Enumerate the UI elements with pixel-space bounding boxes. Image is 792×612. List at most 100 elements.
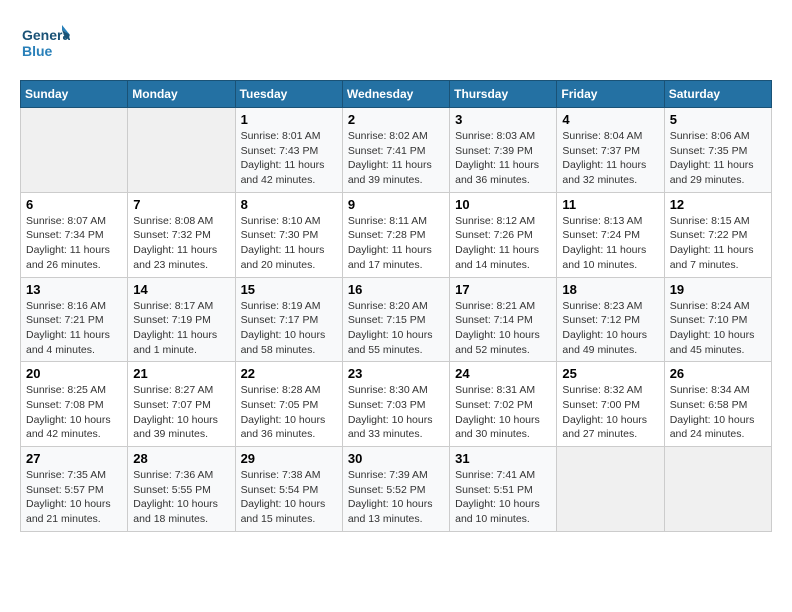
day-info: Sunrise: 8:32 AMSunset: 7:00 PMDaylight:… — [562, 384, 647, 440]
day-number: 12 — [670, 197, 766, 212]
day-info: Sunrise: 8:03 AMSunset: 7:39 PMDaylight:… — [455, 130, 539, 186]
day-info: Sunrise: 8:10 AMSunset: 7:30 PMDaylight:… — [241, 215, 325, 271]
week-row-1: 1 Sunrise: 8:01 AMSunset: 7:43 PMDaylight… — [21, 108, 772, 193]
calendar-cell: 24Sunrise: 8:31 AMSunset: 7:02 PMDayligh… — [450, 362, 557, 447]
day-info: Sunrise: 8:21 AMSunset: 7:14 PMDaylight:… — [455, 300, 540, 356]
day-info: Sunrise: 8:24 AMSunset: 7:10 PMDaylight:… — [670, 300, 755, 356]
day-number: 23 — [348, 366, 444, 381]
day-info: Sunrise: 8:31 AMSunset: 7:02 PMDaylight:… — [455, 384, 540, 440]
day-info: Sunrise: 7:38 AMSunset: 5:54 PMDaylight:… — [241, 469, 326, 525]
day-number: 29 — [241, 451, 337, 466]
column-header-sunday: Sunday — [21, 81, 128, 108]
calendar-cell: 18 Sunrise: 8:23 AMSunset: 7:12 PMDayligh… — [557, 277, 664, 362]
day-info: Sunrise: 8:11 AMSunset: 7:28 PMDaylight:… — [348, 215, 432, 271]
day-info: Sunrise: 8:28 AMSunset: 7:05 PMDaylight:… — [241, 384, 326, 440]
day-number: 30 — [348, 451, 444, 466]
day-info: Sunrise: 8:19 AMSunset: 7:17 PMDaylight:… — [241, 300, 326, 356]
calendar-cell: 23 Sunrise: 8:30 AMSunset: 7:03 PMDayligh… — [342, 362, 449, 447]
day-number: 9 — [348, 197, 444, 212]
calendar-cell: 8 Sunrise: 8:10 AMSunset: 7:30 PMDaylight… — [235, 192, 342, 277]
day-info: Sunrise: 7:39 AMSunset: 5:52 PMDaylight:… — [348, 469, 433, 525]
day-number: 31 — [455, 451, 551, 466]
column-header-tuesday: Tuesday — [235, 81, 342, 108]
calendar-cell: 9 Sunrise: 8:11 AMSunset: 7:28 PMDaylight… — [342, 192, 449, 277]
day-info: Sunrise: 8:01 AMSunset: 7:43 PMDaylight:… — [241, 130, 325, 186]
column-header-wednesday: Wednesday — [342, 81, 449, 108]
calendar-cell — [557, 447, 664, 532]
day-number: 15 — [241, 282, 337, 297]
calendar-cell: 31 Sunrise: 7:41 AMSunset: 5:51 PMDayligh… — [450, 447, 557, 532]
week-row-3: 13Sunrise: 8:16 AMSunset: 7:21 PMDayligh… — [21, 277, 772, 362]
calendar-cell: 14 Sunrise: 8:17 AMSunset: 7:19 PMDayligh… — [128, 277, 235, 362]
column-header-monday: Monday — [128, 81, 235, 108]
day-number: 6 — [26, 197, 122, 212]
calendar-cell: 12 Sunrise: 8:15 AMSunset: 7:22 PMDayligh… — [664, 192, 771, 277]
calendar-cell: 28 Sunrise: 7:36 AMSunset: 5:55 PMDayligh… — [128, 447, 235, 532]
day-info: Sunrise: 8:23 AMSunset: 7:12 PMDaylight:… — [562, 300, 647, 356]
day-info: Sunrise: 8:08 AMSunset: 7:32 PMDaylight:… — [133, 215, 217, 271]
day-number: 1 — [241, 112, 337, 127]
calendar-cell: 10 Sunrise: 8:12 AMSunset: 7:26 PMDayligh… — [450, 192, 557, 277]
calendar-cell — [664, 447, 771, 532]
day-number: 28 — [133, 451, 229, 466]
day-number: 27 — [26, 451, 122, 466]
day-number: 25 — [562, 366, 658, 381]
day-number: 2 — [348, 112, 444, 127]
svg-text:Blue: Blue — [22, 43, 53, 59]
day-number: 16 — [348, 282, 444, 297]
column-header-thursday: Thursday — [450, 81, 557, 108]
calendar-cell: 7 Sunrise: 8:08 AMSunset: 7:32 PMDaylight… — [128, 192, 235, 277]
calendar-cell — [21, 108, 128, 193]
day-number: 14 — [133, 282, 229, 297]
week-row-5: 27 Sunrise: 7:35 AMSunset: 5:57 PMDayligh… — [21, 447, 772, 532]
week-row-4: 20Sunrise: 8:25 AMSunset: 7:08 PMDayligh… — [21, 362, 772, 447]
day-info: Sunrise: 8:17 AMSunset: 7:19 PMDaylight:… — [133, 300, 217, 356]
day-number: 8 — [241, 197, 337, 212]
day-info: Sunrise: 8:27 AMSunset: 7:07 PMDaylight:… — [133, 384, 218, 440]
day-info: Sunrise: 7:41 AMSunset: 5:51 PMDaylight:… — [455, 469, 540, 525]
calendar-cell: 3 Sunrise: 8:03 AMSunset: 7:39 PMDaylight… — [450, 108, 557, 193]
calendar-cell: 21 Sunrise: 8:27 AMSunset: 7:07 PMDayligh… — [128, 362, 235, 447]
day-number: 3 — [455, 112, 551, 127]
day-number: 7 — [133, 197, 229, 212]
day-info: Sunrise: 7:36 AMSunset: 5:55 PMDaylight:… — [133, 469, 218, 525]
header: General Blue — [20, 20, 772, 70]
calendar-cell: 11 Sunrise: 8:13 AMSunset: 7:24 PMDayligh… — [557, 192, 664, 277]
calendar-cell: 17 Sunrise: 8:21 AMSunset: 7:14 PMDayligh… — [450, 277, 557, 362]
day-info: Sunrise: 8:07 AMSunset: 7:34 PMDaylight:… — [26, 215, 110, 271]
day-number: 5 — [670, 112, 766, 127]
day-number: 17 — [455, 282, 551, 297]
calendar-cell: 19 Sunrise: 8:24 AMSunset: 7:10 PMDayligh… — [664, 277, 771, 362]
calendar-cell: 6 Sunrise: 8:07 AMSunset: 7:34 PMDaylight… — [21, 192, 128, 277]
calendar-cell: 15 Sunrise: 8:19 AMSunset: 7:17 PMDayligh… — [235, 277, 342, 362]
calendar-cell: 4 Sunrise: 8:04 AMSunset: 7:37 PMDaylight… — [557, 108, 664, 193]
day-number: 11 — [562, 197, 658, 212]
day-info: Sunrise: 8:25 AMSunset: 7:08 PMDaylight:… — [26, 384, 111, 440]
day-number: 10 — [455, 197, 551, 212]
calendar-cell: 2Sunrise: 8:02 AMSunset: 7:41 PMDaylight… — [342, 108, 449, 193]
day-number: 21 — [133, 366, 229, 381]
calendar-cell — [128, 108, 235, 193]
day-number: 4 — [562, 112, 658, 127]
day-number: 22 — [241, 366, 337, 381]
day-info: Sunrise: 8:30 AMSunset: 7:03 PMDaylight:… — [348, 384, 433, 440]
day-info: Sunrise: 8:13 AMSunset: 7:24 PMDaylight:… — [562, 215, 646, 271]
day-info: Sunrise: 8:04 AMSunset: 7:37 PMDaylight:… — [562, 130, 646, 186]
calendar-cell: 16Sunrise: 8:20 AMSunset: 7:15 PMDayligh… — [342, 277, 449, 362]
logo: General Blue — [20, 20, 70, 70]
day-info: Sunrise: 7:35 AMSunset: 5:57 PMDaylight:… — [26, 469, 111, 525]
calendar-cell: 25 Sunrise: 8:32 AMSunset: 7:00 PMDayligh… — [557, 362, 664, 447]
calendar-cell: 29 Sunrise: 7:38 AMSunset: 5:54 PMDayligh… — [235, 447, 342, 532]
calendar-cell: 13Sunrise: 8:16 AMSunset: 7:21 PMDayligh… — [21, 277, 128, 362]
day-number: 18 — [562, 282, 658, 297]
day-info: Sunrise: 8:12 AMSunset: 7:26 PMDaylight:… — [455, 215, 539, 271]
logo-icon: General Blue — [20, 20, 70, 65]
day-number: 19 — [670, 282, 766, 297]
day-info: Sunrise: 8:15 AMSunset: 7:22 PMDaylight:… — [670, 215, 754, 271]
calendar-cell: 22 Sunrise: 8:28 AMSunset: 7:05 PMDayligh… — [235, 362, 342, 447]
calendar-cell: 5Sunrise: 8:06 AMSunset: 7:35 PMDaylight… — [664, 108, 771, 193]
calendar-cell: 20Sunrise: 8:25 AMSunset: 7:08 PMDayligh… — [21, 362, 128, 447]
calendar-table: SundayMondayTuesdayWednesdayThursdayFrid… — [20, 80, 772, 532]
day-number: 13 — [26, 282, 122, 297]
calendar-cell: 26Sunrise: 8:34 AMSunset: 6:58 PMDayligh… — [664, 362, 771, 447]
